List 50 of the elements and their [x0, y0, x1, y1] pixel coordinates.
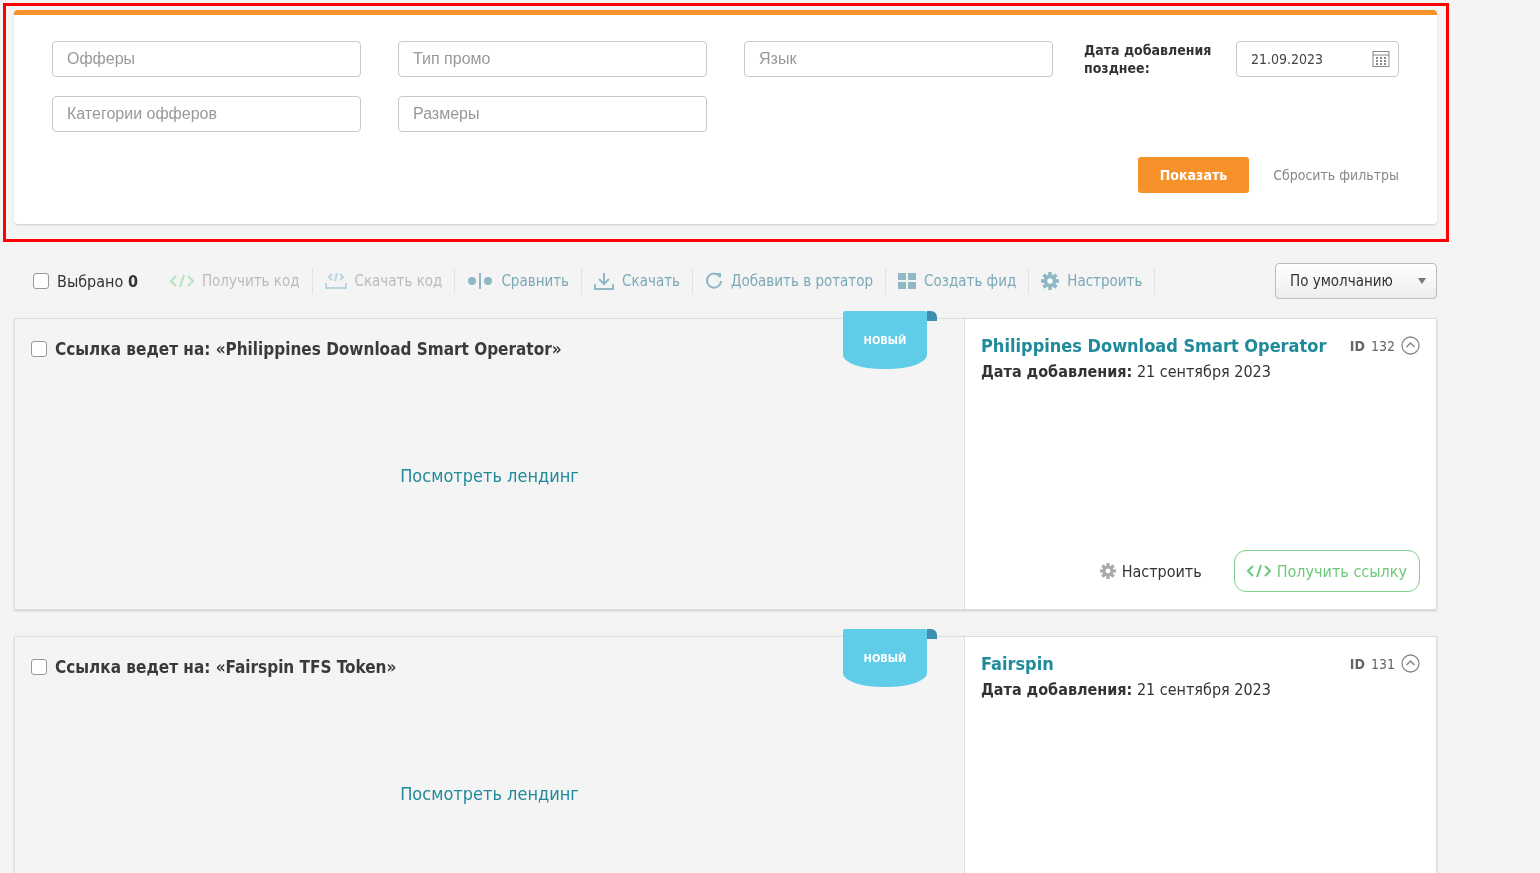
date-filter-label: Дата добавления позднее:	[1084, 41, 1213, 77]
refresh-icon	[704, 272, 723, 290]
new-badge: НОВЫЙ	[843, 311, 927, 369]
ribbon-fold	[927, 629, 937, 639]
toolbar-action[interactable]: Создать фид	[886, 268, 1030, 294]
date-field[interactable]: 21.09.2023	[1236, 41, 1399, 77]
grid-icon	[898, 273, 917, 289]
id-label: ID	[1349, 337, 1365, 354]
ribbon-fold	[927, 311, 937, 321]
get-link-button[interactable]: Получить ссылку	[1233, 550, 1420, 592]
filter-field[interactable]: Офферы	[52, 41, 361, 77]
date-added: Дата добавления: 21 сентября 2023	[981, 680, 1272, 699]
new-badge: НОВЫЙ	[843, 629, 927, 687]
id-value: 131	[1370, 655, 1395, 672]
card-checkbox[interactable]	[31, 341, 47, 357]
toolbar-action[interactable]: Сравнить	[455, 268, 583, 294]
view-landing-link[interactable]: Посмотреть лендинг	[400, 465, 579, 486]
toolbar-action[interactable]: Настроить	[1029, 268, 1156, 294]
sort-dropdown[interactable]: По умолчанию	[1275, 263, 1437, 299]
toolbar-action[interactable]: Скачать	[582, 268, 693, 294]
gear-icon	[1099, 563, 1116, 579]
settings-button[interactable]: Настроить	[1099, 561, 1202, 581]
calendar-icon[interactable]	[1372, 50, 1390, 68]
caret-icon	[1418, 278, 1426, 284]
card-title: Ссылка ведет на: «Philippines Download Smart Operator»	[55, 339, 562, 359]
card-checkbox[interactable]	[31, 659, 47, 675]
filter-field[interactable]: Размеры	[398, 96, 707, 132]
selected-count: Выбрано 0	[57, 271, 138, 291]
id-value: 132	[1370, 337, 1395, 354]
offer-name[interactable]: Fairspin	[981, 653, 1054, 674]
show-button[interactable]: Показать	[1137, 157, 1250, 193]
gear-icon	[1041, 272, 1060, 290]
reset-filters-link[interactable]: Сбросить фильтры	[1273, 167, 1399, 183]
offer-name[interactable]: Philippines Download Smart Operator	[981, 335, 1327, 356]
filter-field[interactable]: Тип промо	[398, 41, 707, 77]
compare-icon	[467, 273, 494, 289]
collapse-icon[interactable]	[1401, 654, 1420, 673]
filter-field[interactable]: Категории офферов	[52, 96, 361, 132]
filter-field[interactable]: Язык	[744, 41, 1053, 77]
toolbar-action[interactable]: Добавить в ротатор	[692, 268, 887, 294]
date-added: Дата добавления: 21 сентября 2023	[981, 362, 1272, 381]
code-tray-icon	[324, 272, 347, 290]
download-icon	[594, 272, 615, 290]
collapse-icon[interactable]	[1401, 336, 1420, 355]
card-title: Ссылка ведет на: «Fairspin TFS Token»	[55, 657, 397, 677]
view-landing-link[interactable]: Посмотреть лендинг	[400, 783, 579, 804]
select-all-checkbox[interactable]	[33, 273, 49, 289]
id-label: ID	[1349, 655, 1365, 672]
code-icon	[169, 274, 194, 288]
code-icon	[1246, 564, 1271, 578]
